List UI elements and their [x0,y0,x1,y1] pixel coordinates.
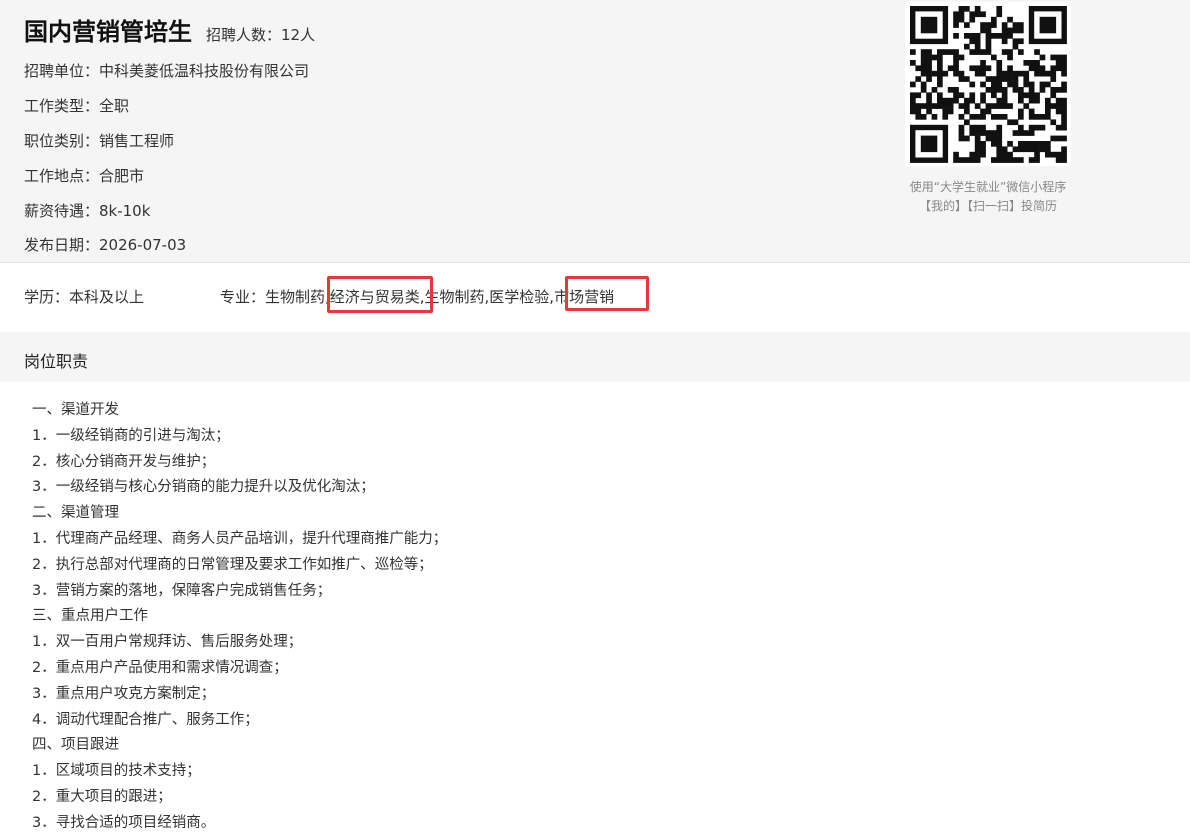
duty-line: 3．营销方案的落地，保障客户完成销售任务； [32,582,332,599]
duty-line: 3．重点用户攻克方案制定； [32,685,216,702]
job-title-row: 国内营销管培生 招聘人数：12人 [24,12,315,47]
education-requirement: 学历：本科及以上 [24,288,145,306]
duties-section-bar [0,332,1190,382]
duty-line: 4．调动代理配合推广、服务工作； [32,711,259,728]
duty-line: 四、项目跟进 [32,737,119,754]
work-location-info: 工作地点：合肥市 [24,167,145,185]
qr-code-icon [905,2,1071,166]
duty-line: 2．执行总部对代理商的日常管理及要求工作如推广、巡检等； [32,556,433,573]
duty-list: 一、渠道开发 1．一级经销商的引进与淘汰； 2．核心分销商开发与维护； 3．一级经销与… [32,398,447,837]
duty-line: 3．一级经销与核心分销商的能力提升以及优化淘汰； [32,479,375,496]
headcount-label: 招聘人数：12人 [206,26,316,44]
duty-line: 二、渠道管理 [32,505,119,522]
qr-caption-line-2: 【我的】【扫一扫】投简历 [918,199,1057,213]
employer-info: 招聘单位：中科美菱低温科技股份有限公司 [24,62,310,80]
salary-info: 薪资待遇：8k-10k [24,202,151,220]
duty-line: 2．核心分销商开发与维护； [32,453,216,470]
highlight-box-marketing [565,276,649,311]
duty-line: 1．一级经销商的引进与淘汰； [32,427,230,444]
duty-line: 三、重点用户工作 [32,608,148,625]
duty-line: 2．重点用户产品使用和需求情况调查； [32,659,288,676]
duty-line: 1．区域项目的技术支持； [32,763,201,780]
publish-date-info: 发布日期：2026-07-03 [24,236,187,254]
qr-caption-line-1: 使用“大学生就业”微信小程序 [909,180,1067,194]
duty-line: 一、渠道开发 [32,402,119,418]
highlight-box-economics [327,276,433,313]
duty-line: 3．寻找合适的项目经销商。 [32,814,216,831]
duty-line: 1．双一百用户常规拜访、售后服务处理； [32,634,303,651]
job-type-info: 工作类型：全职 [24,97,130,115]
job-category-info: 职位类别：销售工程师 [24,132,175,150]
duty-line: 2．重大项目的跟进； [32,788,172,805]
job-title: 国内营销管培生 [24,18,192,46]
duty-line: 1．代理商产品经理、商务人员产品培训，提升代理商推广能力； [32,530,448,547]
duties-section-title: 岗位职责 [24,352,89,371]
